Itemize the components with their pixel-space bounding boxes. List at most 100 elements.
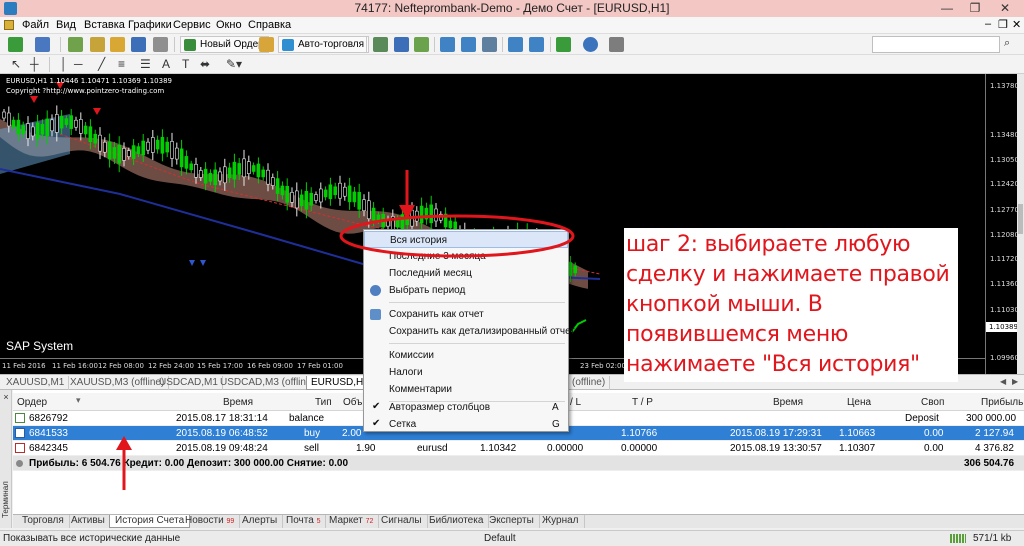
context-menu: Вся история Последние 3 месяца Последний…	[363, 229, 575, 433]
tile-windows-icon[interactable]	[482, 37, 497, 52]
tab-mailbox[interactable]: Почта 5	[281, 515, 327, 528]
bar-chart-icon[interactable]	[373, 37, 388, 52]
tab-account-history[interactable]: История Счета	[109, 515, 191, 528]
scrollbar-thumb[interactable]	[1018, 204, 1023, 234]
menu-all-history[interactable]: Вся история	[364, 231, 568, 248]
tab-scroll-right-icon[interactable]: ▶	[1012, 377, 1018, 386]
menu-last-3-months[interactable]: Последние 3 месяца	[364, 248, 568, 265]
candle-body	[251, 165, 256, 172]
cell-tp: 1.10766	[621, 428, 658, 439]
trendline-icon[interactable]: ╱	[98, 58, 105, 71]
col-volume[interactable]: Объ	[343, 397, 362, 408]
price-label: 1.13050	[990, 156, 1019, 164]
chart-tab[interactable]: XAUUSD,M3 (offline)	[66, 376, 170, 390]
market-watch-icon[interactable]	[68, 37, 83, 52]
label-icon[interactable]: T	[182, 58, 189, 71]
table-row[interactable]: 6842345 2015.08.19 09:48:24 sell 1.90 eu…	[13, 441, 1024, 456]
tab-signals[interactable]: Сигналы	[376, 515, 428, 528]
col-sl[interactable]: / L	[570, 397, 581, 408]
navigator-icon[interactable]	[110, 37, 125, 52]
chart-scrollbar[interactable]	[1017, 74, 1024, 374]
auto-trading-button[interactable]: Авто-торговля	[278, 36, 370, 53]
search-input[interactable]	[872, 36, 1000, 53]
menu-insert[interactable]: Вставка	[84, 19, 125, 31]
autoscroll-icon[interactable]	[529, 37, 544, 52]
cell-time: 2015.08.19 09:48:24	[176, 443, 268, 454]
menu-help[interactable]: Справка	[248, 19, 291, 31]
zoom-out-icon[interactable]	[461, 37, 476, 52]
terminal-tabs: Торговля Активы История Счета Новости 99…	[13, 514, 1024, 528]
tab-library[interactable]: Библиотека	[424, 515, 490, 528]
terminal-close-icon[interactable]: ×	[1, 393, 11, 403]
menu-tools[interactable]: Сервис	[173, 19, 211, 31]
vertical-line-icon[interactable]: │	[60, 58, 68, 71]
tab-news[interactable]: Новости 99	[180, 515, 241, 528]
chart-tab[interactable]: XAUUSD,M1	[2, 376, 70, 390]
menu-charts[interactable]: Графики	[128, 19, 172, 31]
tab-experts[interactable]: Эксперты	[484, 515, 540, 528]
cell-profit: 4 376.82	[975, 443, 1014, 454]
chart-shift-icon[interactable]	[508, 37, 523, 52]
cursor-icon[interactable]: ↖	[11, 58, 21, 71]
line-chart-icon[interactable]	[414, 37, 429, 52]
menu-restore-icon[interactable]: ❐	[998, 18, 1008, 31]
profiles-icon[interactable]	[35, 37, 50, 52]
terminal-icon[interactable]	[131, 37, 146, 52]
data-window-icon[interactable]	[90, 37, 105, 52]
candlestick-icon[interactable]	[394, 37, 409, 52]
col-swap[interactable]: Своп	[921, 397, 944, 408]
channel-icon[interactable]: ≡	[118, 58, 125, 71]
menu-window[interactable]: Окно	[216, 19, 242, 31]
zoom-in-icon[interactable]	[440, 37, 455, 52]
menu-view[interactable]: Вид	[56, 19, 76, 31]
search-icon[interactable]: ⌕	[1004, 37, 1010, 50]
tab-exposure[interactable]: Активы	[66, 515, 111, 528]
more-tools-icon[interactable]: ✎▾	[226, 58, 242, 71]
new-order-button[interactable]: Новый Ордер	[180, 36, 269, 53]
tab-trade[interactable]: Торговля	[17, 515, 70, 528]
templates-icon[interactable]	[609, 37, 624, 52]
close-button[interactable]: ✕	[992, 1, 1018, 16]
new-chart-icon[interactable]	[8, 37, 23, 52]
periods-icon[interactable]	[583, 37, 598, 52]
col-order[interactable]: Ордер	[17, 397, 47, 408]
menu-save-detailed-report[interactable]: Сохранить как детализированный отчет	[364, 323, 575, 340]
col-price[interactable]: Цена	[847, 397, 871, 408]
menu-save-report[interactable]: Сохранить как отчет	[364, 306, 568, 323]
horizontal-line-icon[interactable]: ─	[74, 58, 83, 71]
col-tp[interactable]: T / P	[632, 397, 653, 408]
candle-body	[323, 189, 328, 198]
cell-tp: 0.00000	[621, 443, 658, 454]
chart-tab[interactable]: (offline)	[568, 376, 611, 390]
tab-journal[interactable]: Журнал	[537, 515, 585, 528]
col-time[interactable]: Время	[223, 397, 253, 408]
menu-last-month[interactable]: Последний месяц	[364, 265, 568, 282]
chart-tab[interactable]: USDCAD,M3 (offline)	[216, 376, 320, 390]
totals-row: Прибыль: 6 504.76 Кредит: 0.00 Депозит: …	[13, 456, 1024, 471]
menu-taxes[interactable]: Налоги	[364, 364, 568, 381]
menu-comments[interactable]: Комментарии	[364, 381, 568, 398]
col-profit[interactable]: Прибыль	[981, 397, 1023, 408]
col-type[interactable]: Тип	[315, 397, 332, 408]
tab-alerts[interactable]: Алерты	[237, 515, 284, 528]
arrows-icon[interactable]: ⬌	[200, 58, 210, 71]
menu-autosize-columns[interactable]: ✔ Авторазмер столбцов A	[364, 399, 568, 416]
metaeditor-icon[interactable]	[259, 37, 274, 52]
minimize-button[interactable]: —	[934, 1, 960, 16]
menu-minimize-icon[interactable]: –	[985, 18, 991, 30]
menu-grid[interactable]: ✔ Сетка G	[364, 416, 568, 433]
menu-file[interactable]: Файл	[22, 19, 49, 31]
menu-commissions[interactable]: Комиссии	[364, 347, 568, 364]
indicators-icon[interactable]	[556, 37, 571, 52]
tab-scroll-left-icon[interactable]: ◀	[1000, 377, 1006, 386]
col-close-time[interactable]: Время	[773, 397, 803, 408]
chart-tab[interactable]: USDCAD,M1	[155, 376, 223, 390]
maximize-button[interactable]: ❐	[962, 1, 988, 16]
menu-close-icon[interactable]: ✕	[1012, 18, 1021, 31]
menu-custom-period[interactable]: Выбрать период	[364, 282, 568, 299]
tab-market[interactable]: Маркет 72	[324, 515, 380, 528]
crosshair-icon[interactable]: ┼	[30, 58, 39, 71]
text-icon[interactable]: A	[162, 58, 170, 71]
fibo-icon[interactable]: ☰	[140, 58, 151, 71]
tester-icon[interactable]	[153, 37, 168, 52]
